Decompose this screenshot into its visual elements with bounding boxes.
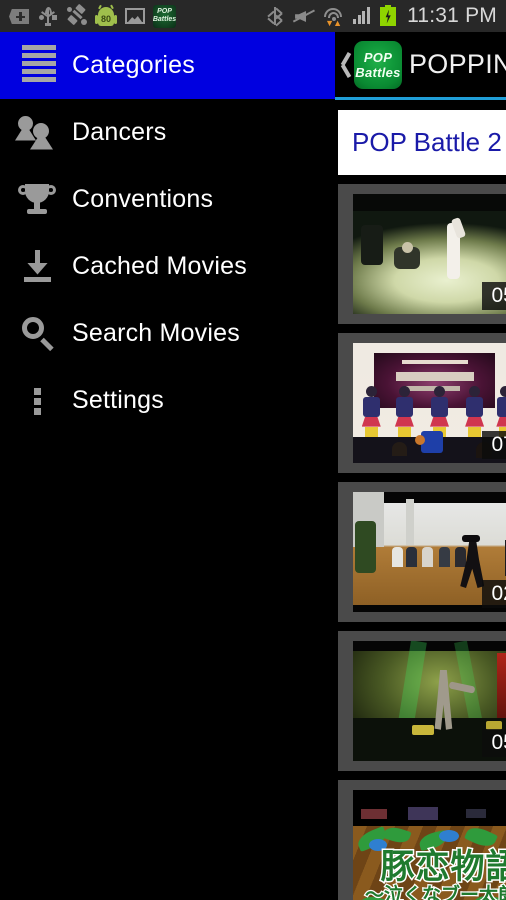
android-robot-icon: 80 (95, 4, 117, 27)
sidebar-item-cached-movies[interactable]: Cached Movies (0, 233, 335, 300)
sidebar-item-label: Conventions (72, 185, 214, 213)
playlist-title: POP Battle 2 (352, 127, 502, 157)
app-logo-line2: Battles (355, 64, 401, 80)
people-icon (15, 112, 60, 154)
sidebar-item-dancers[interactable]: Dancers (0, 99, 335, 166)
video-thumbnail-partial[interactable] (353, 790, 506, 826)
status-bar-right-icons: ▼ ▲ 11:31 PM (264, 4, 506, 28)
video-thumbnail[interactable]: 07:42 (353, 343, 506, 463)
cellular-signal-icon (351, 5, 373, 27)
status-bar-clock: 11:31 PM (407, 4, 497, 27)
video-duration-badge: 05:16 (482, 729, 506, 757)
sidebar-item-categories[interactable]: Categories (0, 32, 335, 99)
sidebar-item-search-movies[interactable]: Search Movies (0, 300, 335, 367)
sidebar-item-label: Categories (72, 51, 195, 79)
video-list-item[interactable]: 05:28 (338, 184, 506, 324)
sidebar-item-settings[interactable]: Settings (0, 367, 335, 434)
status-bar-left-icons: 80 POP Battles (0, 3, 176, 28)
video-duration-badge: 05:28 (482, 282, 506, 310)
video-duration-badge: 02:48 (482, 580, 506, 608)
back-chevron-icon[interactable] (337, 48, 353, 82)
gps-satellite-icon (66, 3, 88, 27)
volume-mute-icon (292, 5, 316, 27)
video-thumbnail[interactable]: 05:16 (353, 641, 506, 761)
trophy-icon (18, 179, 60, 221)
video-list[interactable]: POP Battle 2 05:28 (335, 110, 506, 900)
bluetooth-icon (264, 5, 286, 27)
hamburger-menu-icon (18, 44, 60, 87)
sidebar-item-label: Settings (72, 386, 164, 414)
action-bar: POP Battles POPPING (335, 32, 506, 100)
video-list-item[interactable]: 05:16 (338, 631, 506, 771)
sidebar-item-conventions[interactable]: Conventions (0, 166, 335, 233)
playlist-card[interactable]: POP Battle 2 (338, 110, 506, 175)
usb-icon (37, 5, 59, 27)
sidebar-item-label: Dancers (72, 118, 167, 146)
download-icon (18, 246, 60, 288)
page-title: POPPING (409, 49, 506, 79)
status-bar[interactable]: 80 POP Battles ▼ ▲ 11:31 PM (0, 0, 506, 32)
overflow-dots-icon (18, 380, 60, 422)
video-list-item[interactable]: 07:42 (338, 333, 506, 473)
video-thumbnail[interactable]: 豚恋物語 ～泣くなブー太郎～ (353, 826, 506, 900)
video-list-item[interactable]: 豚恋物語 ～泣くなブー太郎～ (338, 780, 506, 900)
content-pane: POP Battles POPPING POP Battle 2 05:28 (335, 32, 506, 900)
sidebar-item-label: Search Movies (72, 319, 240, 347)
navigation-drawer: Categories Dancers Conventions Cached Mo… (0, 32, 335, 900)
thumbnail-image: 豚恋物語 ～泣くなブー太郎～ (353, 826, 506, 900)
search-icon (18, 313, 60, 355)
video-list-item[interactable]: 02:48 (338, 482, 506, 622)
thumbnail-overlay-subtitle: ～泣くなブー太郎～ (364, 884, 506, 900)
battery-charging-icon (380, 4, 397, 28)
popbattles-badge-line1: POP (157, 8, 172, 15)
app-logo-icon[interactable]: POP Battles (354, 40, 402, 89)
gallery-picture-icon (124, 5, 146, 27)
video-thumbnail[interactable]: 05:28 (353, 194, 506, 314)
popbattles-badge-line2: Battles (153, 16, 176, 23)
popbattles-notification-icon: POP Battles (153, 4, 176, 28)
thumbnail-overlay-title: 豚恋物語 (379, 846, 506, 887)
video-thumbnail[interactable]: 02:48 (353, 492, 506, 612)
sidebar-item-label: Cached Movies (72, 252, 247, 280)
add-pentagon-icon (8, 5, 30, 27)
android-icon-number: 80 (100, 14, 111, 24)
app-logo-line1: POP (363, 49, 393, 65)
wifi-data-icon: ▼ ▲ (322, 5, 344, 28)
video-duration-badge: 07:42 (482, 431, 506, 459)
